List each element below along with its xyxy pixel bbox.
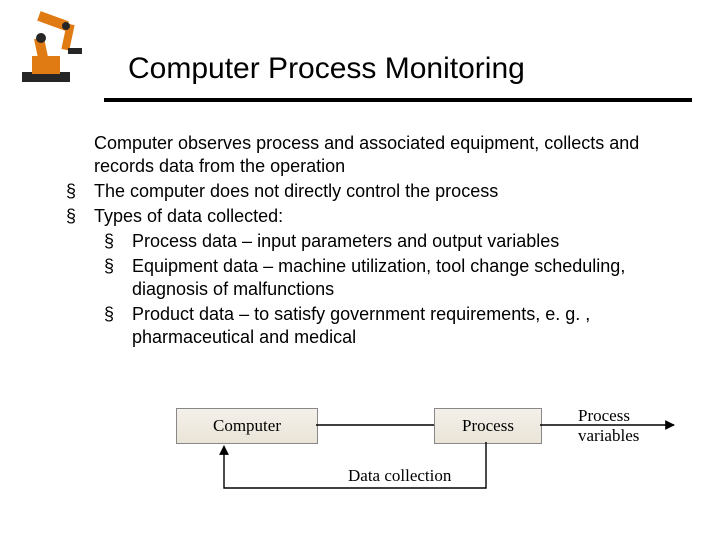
- bullet-list: Computer observes process and associated…: [48, 132, 678, 349]
- bullet-no-control: The computer does not directly control t…: [48, 180, 678, 203]
- process-diagram: Computer Process Process variables Data …: [48, 400, 678, 520]
- label-process-variables: Process variables: [578, 406, 678, 446]
- diagram-box-process: Process: [434, 408, 542, 444]
- diagram-box-computer: Computer: [176, 408, 318, 444]
- bullet-types-label: Types of data collected:: [94, 206, 283, 226]
- slide-body: Computer observes process and associated…: [48, 132, 678, 351]
- subbullet-process-data: Process data – input parameters and outp…: [94, 230, 678, 253]
- label-data-collection: Data collection: [348, 466, 451, 486]
- subbullet-equipment-data: Equipment data – machine utilization, to…: [94, 255, 678, 301]
- slide-header: Computer Process Monitoring: [0, 0, 720, 112]
- slide-title: Computer Process Monitoring: [128, 52, 525, 86]
- subbullet-product-data: Product data – to satisfy government req…: [94, 303, 678, 349]
- bullet-types: Types of data collected: Process data – …: [48, 205, 678, 349]
- intro-text: Computer observes process and associated…: [48, 132, 678, 178]
- title-underline: [104, 98, 692, 102]
- industrial-robot-icon: [16, 6, 94, 86]
- sub-bullet-list: Process data – input parameters and outp…: [94, 230, 678, 349]
- slide: Computer Process Monitoring Computer obs…: [0, 0, 720, 540]
